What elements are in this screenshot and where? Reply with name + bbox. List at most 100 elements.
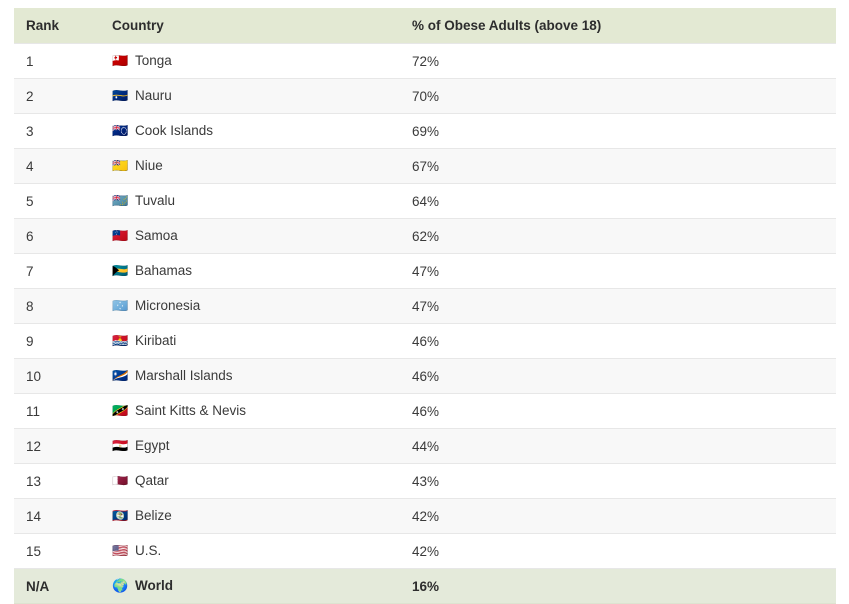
cell-rank: 7 — [14, 253, 100, 289]
table-row: 5 🇹🇻 Tuvalu 64% — [14, 183, 836, 219]
cell-percent-obese: 46% — [400, 358, 836, 394]
table-row: 1 🇹🇴 Tonga 72% — [14, 43, 836, 79]
cell-country: 🇨🇰 Cook Islands — [100, 113, 400, 149]
obesity-table-container: Rank Country % of Obese Adults (above 18… — [14, 8, 836, 604]
country-name: Marshall Islands — [135, 368, 233, 383]
table-body: 1 🇹🇴 Tonga 72% 2 🇳🇷 Nauru 70% 3 🇨🇰 Cook Islands 69%… — [14, 43, 836, 604]
cell-percent-obese: 72% — [400, 43, 836, 79]
cell-percent-obese: 69% — [400, 113, 836, 149]
table-row: 14 🇧🇿 Belize 42% — [14, 498, 836, 534]
cell-percent-obese: 46% — [400, 323, 836, 359]
flag-kiribati: 🇰🇮 — [112, 334, 129, 349]
table-row: 4 🇳🇺 Niue 67% — [14, 148, 836, 184]
cell-country: 🇼🇸 Samoa — [100, 218, 400, 254]
table-header: Rank Country % of Obese Adults (above 18… — [14, 8, 836, 44]
table-row-total: N/A 🌍 World 16% — [14, 568, 836, 604]
cell-percent-obese: 44% — [400, 428, 836, 464]
country-name: Qatar — [135, 473, 169, 488]
cell-rank: 11 — [14, 393, 100, 429]
cell-country: 🇳🇺 Niue — [100, 148, 400, 184]
cell-rank: 15 — [14, 533, 100, 569]
cell-country: 🇰🇮 Kiribati — [100, 323, 400, 359]
table-row: 11 🇰🇳 Saint Kitts & Nevis 46% — [14, 393, 836, 429]
cell-country: 🇪🇬 Egypt — [100, 428, 400, 464]
table-row: 10 🇲🇭 Marshall Islands 46% — [14, 358, 836, 394]
cell-rank: 14 — [14, 498, 100, 534]
country-name: Bahamas — [135, 263, 193, 278]
table-row: 13 🇶🇦 Qatar 43% — [14, 463, 836, 499]
cell-percent-obese: 42% — [400, 498, 836, 534]
cell-country: 🇧🇸 Bahamas — [100, 253, 400, 289]
cell-percent-obese: 47% — [400, 253, 836, 289]
table-row: 2 🇳🇷 Nauru 70% — [14, 78, 836, 114]
flag-niue: 🇳🇺 — [112, 159, 129, 174]
flag-micronesia: 🇫🇲 — [112, 299, 129, 314]
cell-rank: 10 — [14, 358, 100, 394]
country-name: Micronesia — [135, 298, 201, 313]
flag-qatar: 🇶🇦 — [112, 474, 129, 489]
cell-rank: 3 — [14, 113, 100, 149]
column-header-country: Country — [100, 8, 400, 44]
table-row: 7 🇧🇸 Bahamas 47% — [14, 253, 836, 289]
table-row: 15 🇺🇸 U.S. 42% — [14, 533, 836, 569]
cell-country: 🇲🇭 Marshall Islands — [100, 358, 400, 394]
flag-us: 🇺🇸 — [112, 544, 129, 559]
table-row: 12 🇪🇬 Egypt 44% — [14, 428, 836, 464]
country-name: Tonga — [135, 53, 172, 68]
cell-country: 🇶🇦 Qatar — [100, 463, 400, 499]
cell-rank: 13 — [14, 463, 100, 499]
country-name: Nauru — [135, 88, 172, 103]
cell-percent-obese: 47% — [400, 288, 836, 324]
cell-rank: 6 — [14, 218, 100, 254]
flag-nauru: 🇳🇷 — [112, 89, 129, 104]
table-row: 9 🇰🇮 Kiribati 46% — [14, 323, 836, 359]
flag-tonga: 🇹🇴 — [112, 54, 129, 69]
globe-icon: 🌍 — [112, 579, 129, 594]
cell-percent-obese: 16% — [400, 568, 836, 604]
country-name: Cook Islands — [135, 123, 214, 138]
cell-rank: 2 — [14, 78, 100, 114]
cell-percent-obese: 67% — [400, 148, 836, 184]
column-header-percent: % of Obese Adults (above 18) — [400, 8, 836, 44]
cell-rank: 8 — [14, 288, 100, 324]
cell-country: 🇳🇷 Nauru — [100, 78, 400, 114]
cell-percent-obese: 62% — [400, 218, 836, 254]
flag-tuvalu: 🇹🇻 — [112, 194, 129, 209]
country-name: Egypt — [135, 438, 170, 453]
cell-country: 🇹🇴 Tonga — [100, 43, 400, 79]
country-name: Saint Kitts & Nevis — [135, 403, 247, 418]
country-name: Belize — [135, 508, 172, 523]
cell-rank: 4 — [14, 148, 100, 184]
table-header-row: Rank Country % of Obese Adults (above 18… — [14, 8, 836, 44]
cell-rank: 1 — [14, 43, 100, 79]
country-name: Niue — [135, 158, 163, 173]
flag-belize: 🇧🇿 — [112, 509, 129, 524]
flag-cook-islands: 🇨🇰 — [112, 124, 129, 139]
cell-country: 🌍 World — [100, 568, 400, 604]
table-row: 3 🇨🇰 Cook Islands 69% — [14, 113, 836, 149]
flag-saint-kitts-nevis: 🇰🇳 — [112, 404, 129, 419]
obesity-by-country-table: Rank Country % of Obese Adults (above 18… — [14, 8, 836, 604]
cell-country: 🇫🇲 Micronesia — [100, 288, 400, 324]
cell-rank: 12 — [14, 428, 100, 464]
cell-percent-obese: 43% — [400, 463, 836, 499]
cell-rank: N/A — [14, 568, 100, 604]
cell-country: 🇺🇸 U.S. — [100, 533, 400, 569]
cell-country: 🇰🇳 Saint Kitts & Nevis — [100, 393, 400, 429]
country-name: U.S. — [135, 543, 162, 558]
cell-percent-obese: 70% — [400, 78, 836, 114]
flag-egypt: 🇪🇬 — [112, 439, 129, 454]
table-row: 6 🇼🇸 Samoa 62% — [14, 218, 836, 254]
cell-percent-obese: 46% — [400, 393, 836, 429]
country-name: Samoa — [135, 228, 178, 243]
country-name: Tuvalu — [135, 193, 176, 208]
cell-country: 🇧🇿 Belize — [100, 498, 400, 534]
cell-percent-obese: 64% — [400, 183, 836, 219]
cell-rank: 9 — [14, 323, 100, 359]
flag-bahamas: 🇧🇸 — [112, 264, 129, 279]
flag-samoa: 🇼🇸 — [112, 229, 129, 244]
flag-marshall-islands: 🇲🇭 — [112, 369, 129, 384]
column-header-rank: Rank — [14, 8, 100, 44]
country-name: Kiribati — [135, 333, 177, 348]
cell-rank: 5 — [14, 183, 100, 219]
